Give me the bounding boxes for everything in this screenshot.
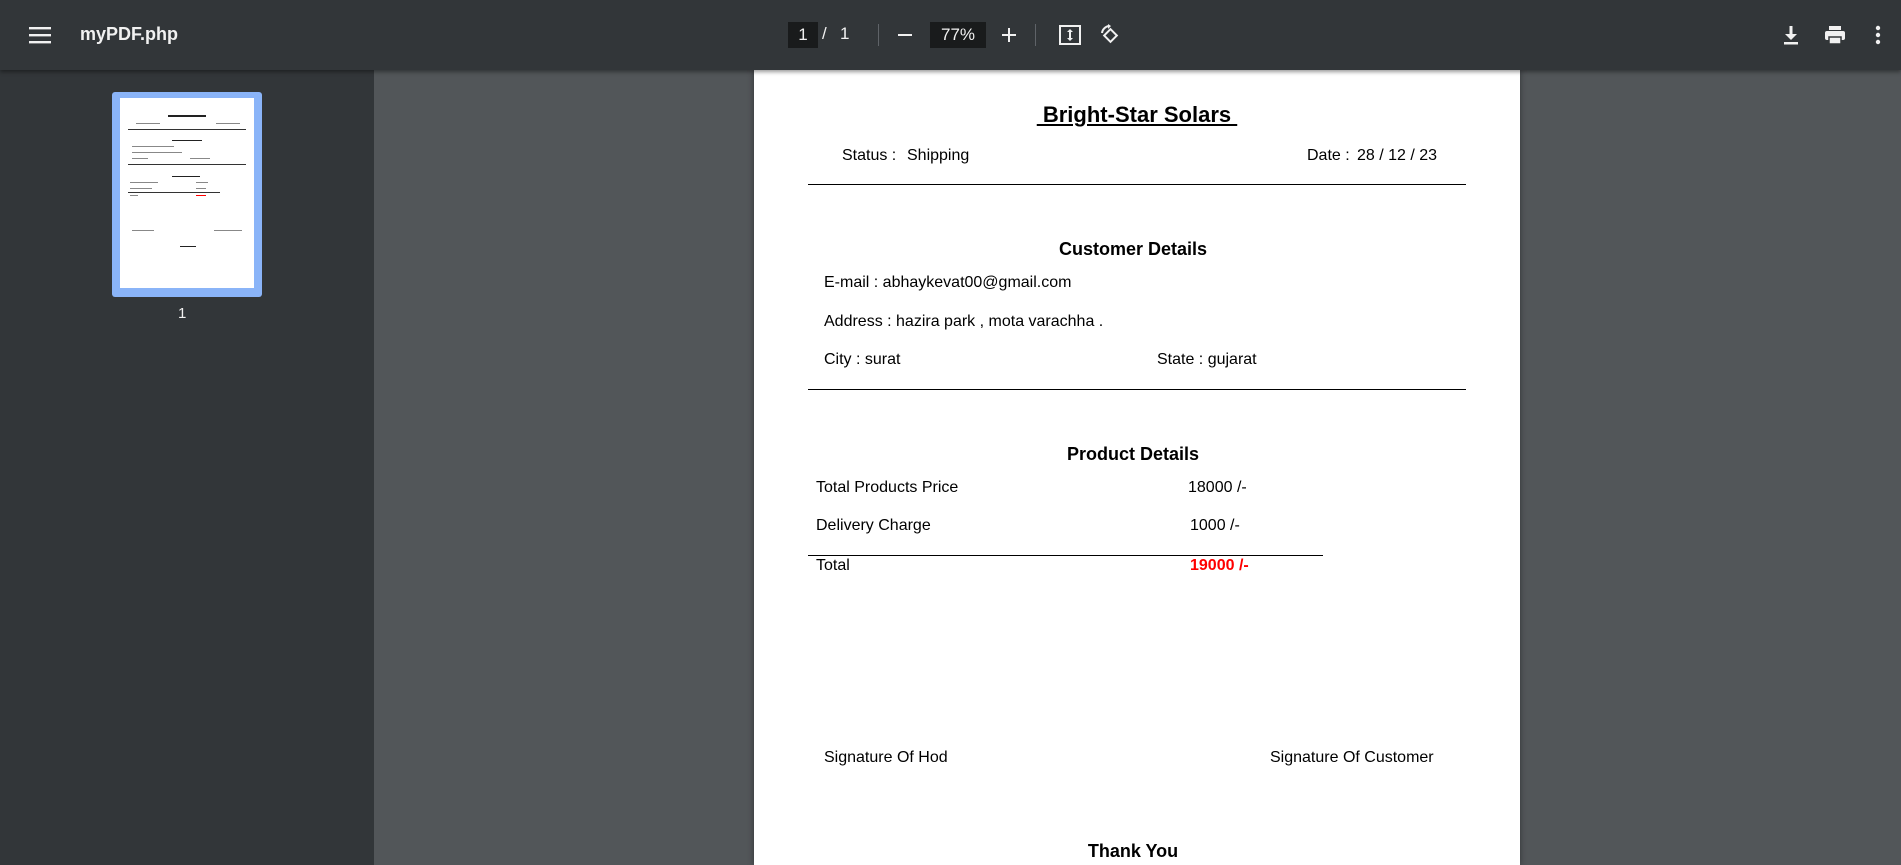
customer-email: E-mail : abhaykevat00@gmail.com: [824, 274, 1072, 291]
zoom-in-button[interactable]: [994, 20, 1024, 50]
date-value: 28 / 12 / 23: [1357, 147, 1438, 164]
toolbar-divider: [1035, 24, 1036, 46]
print-button[interactable]: [1820, 20, 1850, 50]
thank-you-text: Thank You: [1087, 841, 1179, 861]
print-icon: [1824, 25, 1846, 45]
thumbnail-page-number: 1: [178, 305, 187, 322]
product-row-label: Delivery Charge: [816, 517, 931, 534]
thumbnail-preview: [120, 98, 254, 288]
rotate-icon: [1099, 24, 1121, 46]
page-total: 1: [840, 24, 850, 43]
pdf-page: Bright-Star Solars Status : Shipping Dat…: [754, 70, 1520, 865]
menu-button[interactable]: [20, 17, 60, 53]
total-label: Total: [816, 557, 850, 574]
page-separator: /: [822, 24, 827, 43]
page-thumbnail[interactable]: [112, 92, 262, 297]
thumbnail-sidebar: 1: [0, 70, 374, 865]
customer-state: State : gujarat: [1157, 351, 1257, 368]
fit-page-button[interactable]: [1055, 20, 1085, 50]
company-name: Bright-Star Solars: [1036, 102, 1238, 127]
menu-icon: [29, 26, 51, 44]
status-label: Status :: [842, 147, 897, 164]
toolbar-divider: [878, 24, 879, 46]
download-icon: [1782, 25, 1800, 45]
divider: [808, 389, 1466, 390]
customer-address: Address : hazira park , mota varachha .: [824, 313, 1104, 330]
total-value: 19000 /-: [1190, 557, 1249, 574]
zoom-input[interactable]: 77%: [930, 22, 986, 48]
signature-customer: Signature Of Customer: [1270, 749, 1434, 766]
zoom-in-icon: [1001, 27, 1017, 43]
divider: [808, 184, 1466, 185]
page-number-input[interactable]: 1: [788, 22, 818, 48]
customer-city: City : surat: [824, 351, 901, 368]
fit-page-icon: [1059, 25, 1081, 45]
rotate-button[interactable]: [1095, 20, 1125, 50]
product-row-value: 18000 /-: [1188, 479, 1247, 496]
pdf-toolbar: myPDF.php 1 / 1 77%: [0, 0, 1901, 70]
product-details-heading: Product Details: [1066, 444, 1200, 464]
status-value: Shipping: [907, 147, 970, 164]
date-label: Date :: [1307, 147, 1350, 164]
zoom-out-button[interactable]: [890, 20, 920, 50]
product-row-label: Total Products Price: [816, 479, 959, 496]
zoom-out-icon: [897, 27, 913, 43]
more-actions-button[interactable]: [1866, 20, 1890, 50]
total-divider: [808, 555, 1323, 556]
document-title: myPDF.php: [80, 24, 179, 44]
customer-details-heading: Customer Details: [1058, 239, 1208, 259]
product-row-value: 1000 /-: [1190, 517, 1240, 534]
download-button[interactable]: [1776, 20, 1806, 50]
more-icon: [1875, 25, 1881, 45]
signature-hod: Signature Of Hod: [824, 749, 948, 766]
